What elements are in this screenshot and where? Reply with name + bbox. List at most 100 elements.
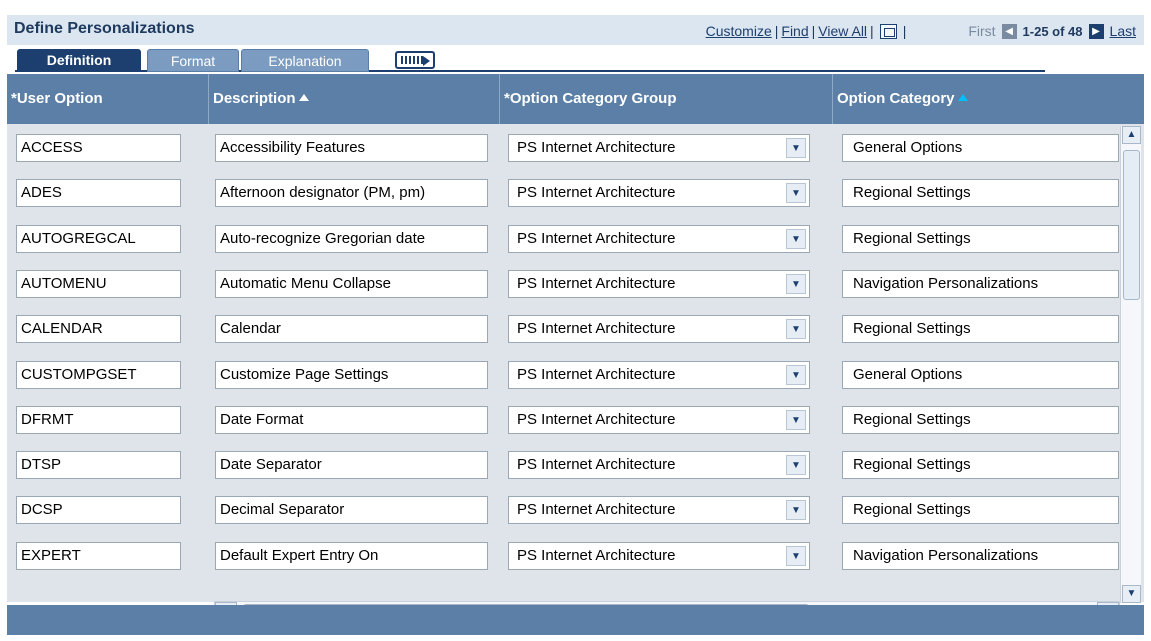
description-field[interactable]: Date Separator	[215, 451, 488, 480]
table-row: CUSTOMPGSET Customize Page Settings PS Int…	[7, 353, 1119, 398]
user-option-field[interactable]: DCSP	[16, 496, 181, 525]
table-row: DFRMT Date Format PS Internet Architecture…	[7, 398, 1119, 443]
user-option-field[interactable]: DFRMT	[16, 405, 181, 434]
option-category-group-select[interactable]: PS Internet Architecture ▼	[508, 451, 810, 480]
row-count: 1-25 of 48	[1022, 23, 1083, 39]
select-value: PS Internet Architecture	[517, 139, 676, 156]
description-field[interactable]: Date Format	[215, 405, 488, 434]
column-label: Option Category	[837, 90, 955, 107]
option-category-group-select[interactable]: PS Internet Architecture ▼	[508, 360, 810, 389]
column-label: Description	[213, 90, 296, 107]
chevron-down-icon[interactable]: ▼	[786, 138, 806, 158]
table-row: AUTOGREGCAL Auto-recognize Gregorian date…	[7, 217, 1119, 262]
description-field[interactable]: Auto-recognize Gregorian date	[215, 224, 488, 253]
separator: |	[902, 23, 907, 39]
select-value: PS Internet Architecture	[517, 229, 676, 247]
chevron-down-icon[interactable]: ▼	[786, 364, 806, 385]
column-label: *Option Category Group	[504, 90, 677, 107]
description-field[interactable]: Automatic Menu Collapse	[215, 269, 488, 298]
chevron-down-icon[interactable]: ▼	[786, 409, 806, 430]
user-option-field[interactable]: AUTOGREGCAL	[16, 224, 181, 253]
table-row: ACCESS Accessibility Features PS Internet …	[7, 126, 1119, 171]
user-option-field[interactable]: CUSTOMPGSET	[16, 360, 181, 389]
option-category-field[interactable]: Navigation Personalizations	[842, 269, 1119, 298]
grid-navigation: Customize | Find | View All | | First ◀ …	[706, 21, 1136, 98]
option-category-group-select[interactable]: PS Internet Architecture ▼	[508, 496, 810, 525]
separator: |	[811, 23, 816, 39]
description-field[interactable]: Afternoon designator (PM, pm)	[215, 179, 488, 208]
table-row: DTSP Date Separator PS Internet Architectu…	[7, 443, 1119, 488]
user-option-field[interactable]: DTSP	[16, 451, 181, 480]
column-header-option-category-group[interactable]: *Option Category Group	[499, 74, 832, 124]
sort-ascending-icon	[298, 94, 309, 101]
select-value: PS Internet Architecture	[517, 546, 676, 564]
title-bar: Define Personalizations Customize | Find…	[7, 15, 1144, 98]
option-category-field[interactable]: General Options	[842, 134, 1119, 162]
customize-link[interactable]: Customize	[706, 23, 772, 39]
option-category-group-select[interactable]: PS Internet Architecture ▼	[508, 315, 810, 344]
find-link[interactable]: Find	[781, 23, 808, 39]
option-category-field[interactable]: Regional Settings	[842, 224, 1119, 253]
description-field[interactable]: Decimal Separator	[215, 496, 488, 525]
option-category-field[interactable]: Regional Settings	[842, 405, 1119, 434]
chevron-down-icon[interactable]: ▼	[786, 455, 806, 476]
column-header-option-category[interactable]: Option Category	[832, 74, 1144, 124]
chevron-down-icon[interactable]: ▼	[786, 500, 806, 521]
option-category-group-select[interactable]: PS Internet Architecture ▼	[508, 405, 810, 434]
description-field[interactable]: Customize Page Settings	[215, 360, 488, 389]
scroll-thumb[interactable]	[1123, 150, 1140, 300]
first-label: First	[968, 23, 996, 39]
table-row: EXPERT Default Expert Entry On PS Internet…	[7, 534, 1119, 579]
option-category-group-select[interactable]: PS Internet Architecture ▼	[508, 134, 810, 162]
option-category-field[interactable]: Regional Settings	[842, 315, 1119, 344]
tab-format[interactable]: Format	[147, 49, 239, 72]
column-header-user-option[interactable]: *User Option	[7, 74, 208, 124]
description-field[interactable]: Accessibility Features	[215, 134, 488, 162]
column-header-description[interactable]: Description	[208, 74, 499, 124]
grid-tabs: Definition Format Explanation	[15, 46, 1045, 72]
zoom-grid-icon[interactable]	[879, 23, 897, 39]
user-option-field[interactable]: ACCESS	[16, 134, 181, 162]
grid-footer	[7, 605, 1144, 635]
description-field[interactable]: Calendar	[215, 315, 488, 344]
option-category-group-select[interactable]: PS Internet Architecture ▼	[508, 541, 810, 570]
select-value: PS Internet Architecture	[517, 410, 676, 428]
view-all-link[interactable]: View All	[818, 23, 867, 39]
select-value: PS Internet Architecture	[517, 365, 676, 383]
user-option-field[interactable]: EXPERT	[16, 541, 181, 570]
scroll-down-icon[interactable]: ▼	[1122, 585, 1141, 603]
chevron-down-icon[interactable]: ▼	[786, 273, 806, 294]
select-value: PS Internet Architecture	[517, 320, 676, 338]
table-row: CALENDAR Calendar PS Internet Architecture…	[7, 307, 1119, 352]
sort-ascending-icon	[957, 94, 968, 101]
option-category-group-select[interactable]: PS Internet Architecture ▼	[508, 269, 810, 298]
option-category-field[interactable]: Navigation Personalizations	[842, 541, 1119, 570]
select-value: PS Internet Architecture	[517, 274, 676, 292]
next-page-icon[interactable]: ▶	[1088, 23, 1104, 39]
table-row: DCSP Decimal Separator PS Internet Archite…	[7, 488, 1119, 533]
option-category-field[interactable]: Regional Settings	[842, 451, 1119, 480]
chevron-down-icon[interactable]: ▼	[786, 545, 806, 566]
option-category-field[interactable]: Regional Settings	[842, 496, 1119, 525]
tab-explanation[interactable]: Explanation	[241, 49, 369, 72]
option-category-group-select[interactable]: PS Internet Architecture ▼	[508, 224, 810, 253]
define-personalizations-panel: Define Personalizations Customize | Find…	[7, 15, 1144, 635]
scroll-up-icon[interactable]: ▲	[1122, 126, 1141, 144]
tab-definition[interactable]: Definition	[17, 49, 141, 72]
chevron-down-icon[interactable]: ▼	[786, 228, 806, 249]
option-category-field[interactable]: General Options	[842, 360, 1119, 389]
table-row: AUTOMENU Automatic Menu Collapse PS Intern…	[7, 262, 1119, 307]
show-all-columns-icon[interactable]	[395, 51, 435, 69]
chevron-down-icon[interactable]: ▼	[786, 319, 806, 340]
user-option-field[interactable]: ADES	[16, 179, 181, 208]
user-option-field[interactable]: AUTOMENU	[16, 269, 181, 298]
vertical-scrollbar[interactable]: ▲ ▼	[1120, 126, 1141, 603]
last-link[interactable]: Last	[1110, 23, 1136, 39]
user-option-field[interactable]: CALENDAR	[16, 315, 181, 344]
select-value: PS Internet Architecture	[517, 184, 676, 202]
description-field[interactable]: Default Expert Entry On	[215, 541, 488, 570]
option-category-field[interactable]: Regional Settings	[842, 179, 1119, 208]
select-value: PS Internet Architecture	[517, 501, 676, 519]
option-category-group-select[interactable]: PS Internet Architecture ▼	[508, 179, 810, 208]
chevron-down-icon[interactable]: ▼	[786, 183, 806, 204]
